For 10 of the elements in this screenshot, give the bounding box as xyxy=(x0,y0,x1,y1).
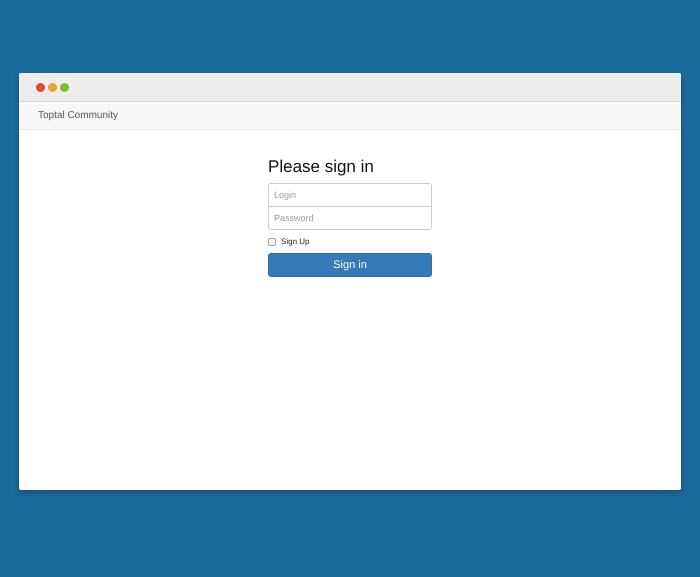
form-heading: Please sign in xyxy=(268,157,375,177)
sign-up-checkbox[interactable] xyxy=(268,238,276,246)
sign-in-button[interactable]: Sign in xyxy=(268,253,432,277)
input-field[interactable]: Login xyxy=(268,183,432,207)
window-control-dot[interactable] xyxy=(48,82,57,92)
brand-link[interactable]: Toptal Community xyxy=(38,110,118,121)
checkbox-label: Sign Up xyxy=(281,237,310,246)
window-control-dot[interactable] xyxy=(60,82,69,92)
input-field[interactable]: Password xyxy=(268,206,432,230)
window-control-dot[interactable] xyxy=(36,82,45,92)
